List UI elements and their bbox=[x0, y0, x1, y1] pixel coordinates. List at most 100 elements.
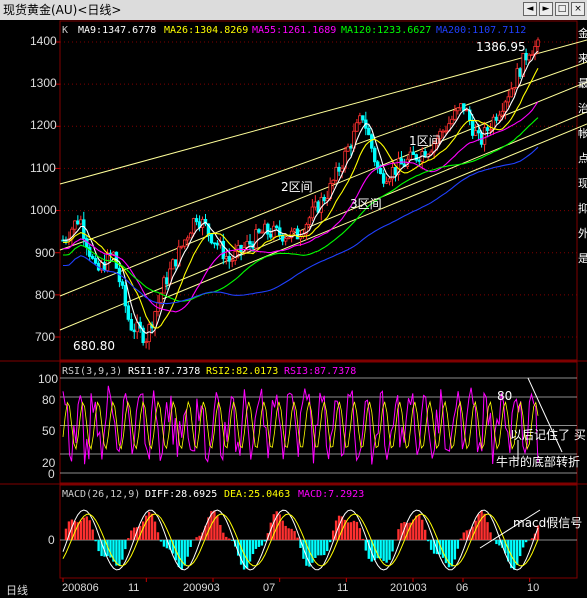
y-tick-900: 900 bbox=[35, 246, 56, 260]
candle-body bbox=[307, 217, 312, 225]
candle-body bbox=[456, 107, 460, 112]
candle-body bbox=[212, 242, 217, 245]
candle-body bbox=[88, 247, 92, 257]
candle-body bbox=[527, 54, 531, 61]
candle-body bbox=[90, 256, 95, 259]
side-text-4: 帐 bbox=[578, 127, 587, 140]
side-text-6: 现 bbox=[578, 177, 587, 190]
ma55-label: MA55:1261.1689 bbox=[252, 25, 337, 36]
macd-name: MACD(26,12,9) bbox=[62, 489, 141, 500]
candle-body bbox=[123, 284, 128, 307]
rsi3-label: RSI3:87.7378 bbox=[284, 366, 357, 377]
candle-body bbox=[503, 101, 508, 112]
candle-body bbox=[408, 151, 413, 160]
candle-body bbox=[331, 179, 335, 184]
macd-note: macd假信号 bbox=[513, 516, 583, 530]
candle-body bbox=[227, 256, 231, 262]
candle-body bbox=[79, 219, 83, 225]
x-tick-0907: 07 bbox=[263, 582, 276, 594]
y-tick-1200: 1200 bbox=[30, 118, 57, 132]
y-tick-1100: 1100 bbox=[30, 161, 56, 175]
candle-body bbox=[185, 237, 190, 241]
candle-body bbox=[370, 134, 374, 149]
candle-body bbox=[263, 223, 267, 233]
candle-body bbox=[500, 110, 505, 116]
candle-body bbox=[497, 114, 502, 121]
candle-body bbox=[322, 196, 326, 202]
candle-body bbox=[488, 129, 493, 132]
candle-body bbox=[174, 259, 178, 267]
candle-body bbox=[183, 239, 187, 247]
side-text-5: 点 bbox=[578, 152, 587, 165]
rsi-tick-100: 100 bbox=[38, 372, 59, 386]
x-tick-1006: 06 bbox=[456, 582, 469, 594]
trend-channel-line bbox=[59, 61, 587, 251]
candle-body bbox=[536, 39, 540, 47]
candle-body bbox=[76, 220, 80, 225]
candle-body bbox=[188, 232, 193, 239]
candle-body bbox=[361, 115, 365, 121]
candle-body bbox=[509, 88, 513, 98]
candle-body bbox=[373, 147, 377, 163]
side-text-8: 外 bbox=[578, 227, 587, 240]
macd-tick-0: 0 bbox=[48, 533, 55, 547]
candle-body bbox=[387, 178, 392, 183]
macd-dea-label: DEA:25.0463 bbox=[224, 489, 291, 500]
rsi-note-2: 牛市的底部转折 bbox=[496, 455, 581, 469]
candle-body bbox=[334, 166, 338, 181]
candle-body bbox=[82, 219, 86, 239]
candle-body bbox=[275, 225, 279, 229]
candle-body bbox=[476, 130, 481, 134]
x-tick-0811: 11 bbox=[128, 582, 140, 594]
low-price-label: 680.80 bbox=[73, 339, 115, 353]
y-tick-1000: 1000 bbox=[30, 203, 57, 217]
candle-body bbox=[239, 244, 243, 253]
rsi-level-label: 80 bbox=[497, 389, 513, 403]
candle-body bbox=[108, 252, 113, 255]
candle-body bbox=[444, 130, 448, 133]
candle-body bbox=[485, 127, 490, 132]
side-text-3: 治 bbox=[578, 102, 587, 115]
candle-body bbox=[191, 218, 196, 234]
zone-3-label: 3区间 bbox=[350, 197, 382, 211]
trend-channel-line bbox=[59, 81, 587, 297]
side-text-2: 最 bbox=[578, 77, 587, 90]
candle-body bbox=[393, 167, 398, 175]
candle-body bbox=[515, 68, 519, 88]
candle-body bbox=[257, 229, 261, 233]
candle-body bbox=[506, 96, 511, 103]
candle-body bbox=[230, 259, 234, 262]
x-tick-1010: 10 bbox=[527, 582, 540, 594]
candle-body bbox=[355, 122, 359, 132]
candle-body bbox=[494, 116, 499, 121]
rsi-name: RSI(3,9,3) bbox=[62, 366, 123, 377]
candle-body bbox=[381, 173, 386, 184]
candle-body bbox=[180, 245, 184, 248]
candle-body bbox=[512, 87, 516, 90]
candle-body bbox=[470, 120, 475, 136]
ma120-label: MA120:1233.6627 bbox=[341, 25, 432, 36]
kline-chart[interactable] bbox=[0, 0, 587, 596]
side-text-9: 是 bbox=[578, 252, 587, 265]
candle-body bbox=[260, 231, 264, 234]
candle-body bbox=[209, 233, 214, 244]
candle-body bbox=[171, 259, 175, 270]
high-price-label: 1386.95 bbox=[476, 40, 526, 54]
candle-body bbox=[165, 277, 169, 285]
macd-diff-line bbox=[62, 509, 539, 571]
ma26-label: MA26:1304.8269 bbox=[164, 25, 249, 36]
side-text-0: 金 bbox=[578, 27, 587, 40]
rsi-note-1: 以后记住了 买 bbox=[510, 428, 586, 442]
x-tick-0911: 11 bbox=[337, 582, 349, 594]
ma55-line bbox=[63, 101, 539, 313]
candle-body bbox=[266, 223, 270, 235]
candle-body bbox=[292, 228, 297, 232]
x-tick-200806: 200806 bbox=[62, 582, 99, 594]
rsi2-label: RSI2:82.0173 bbox=[206, 366, 279, 377]
candle-body bbox=[411, 151, 416, 156]
y-tick-800: 800 bbox=[35, 288, 56, 302]
candle-body bbox=[399, 158, 404, 165]
candle-body bbox=[286, 237, 291, 240]
side-text-7: 抑 bbox=[578, 202, 587, 215]
candle-body bbox=[524, 53, 528, 61]
